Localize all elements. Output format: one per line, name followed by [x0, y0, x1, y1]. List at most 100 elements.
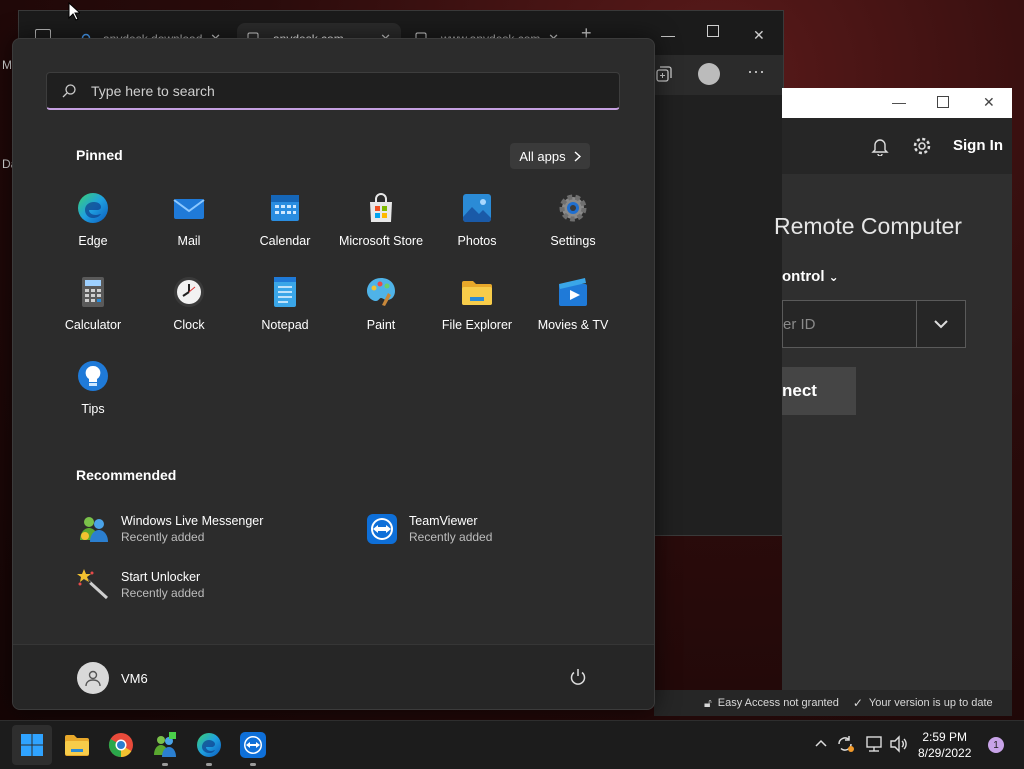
- pinned-app-photos[interactable]: Photos: [429, 191, 525, 248]
- anydesk-title: Remote Computer: [774, 213, 962, 239]
- pinned-app-mail[interactable]: Mail: [141, 191, 237, 248]
- avatar: [77, 662, 109, 694]
- anydesk-header: Sign In: [782, 118, 1012, 174]
- recommended-item-title: Windows Live Messenger: [121, 514, 264, 528]
- pinned-app-calendar[interactable]: Calendar: [237, 191, 333, 248]
- sync-icon[interactable]: [836, 735, 856, 753]
- app-label: Tips: [81, 402, 105, 416]
- chevron-down-icon: [934, 319, 948, 328]
- messenger-icon[interactable]: [151, 731, 179, 759]
- start-search-box[interactable]: [46, 72, 620, 110]
- mouse-cursor-icon: [68, 2, 80, 21]
- running-indicator: [206, 763, 212, 766]
- pinned-app-notepad[interactable]: Notepad: [237, 275, 333, 332]
- running-indicator: [250, 763, 256, 766]
- pinned-app-settings[interactable]: Settings: [525, 191, 621, 248]
- edge-icon[interactable]: [195, 731, 223, 759]
- network-icon[interactable]: [864, 735, 884, 753]
- anydesk-statusbar: 🔓︎ Easy Access not granted ✓ Your versio…: [654, 690, 1012, 716]
- clock-date: 8/29/2022: [918, 746, 972, 760]
- easy-access-status[interactable]: Easy Access not granted: [718, 697, 839, 709]
- recommended-item-title: TeamViewer: [409, 514, 478, 528]
- clock-time: 2:59 PM: [922, 730, 968, 744]
- chevron-up-icon[interactable]: [815, 739, 827, 747]
- remote-id-input[interactable]: er ID: [782, 300, 916, 348]
- app-label: Microsoft Store: [338, 234, 424, 248]
- pinned-app-edge[interactable]: Edge: [45, 191, 141, 248]
- bell-icon[interactable]: [871, 136, 889, 156]
- running-indicator: [162, 763, 168, 766]
- remote-id-history-button[interactable]: [916, 300, 966, 348]
- close-icon[interactable]: ✕: [983, 94, 995, 111]
- collections-icon[interactable]: [655, 65, 673, 83]
- taskbar: 2:59 PM 8/29/2022 1: [0, 720, 1024, 769]
- magic-wand-icon: [77, 569, 109, 600]
- app-label: Calendar: [259, 234, 311, 248]
- pinned-app-tips[interactable]: Tips: [45, 359, 141, 416]
- recommended-item-start-unlocker[interactable]: Start Unlocker Recently added: [77, 568, 204, 602]
- app-label: Edge: [78, 234, 108, 248]
- app-label: Mail: [177, 234, 201, 248]
- app-label: Movies & TV: [537, 318, 609, 332]
- maximize-icon[interactable]: [707, 25, 719, 37]
- pinned-app-paint[interactable]: Paint: [333, 275, 429, 332]
- app-label: File Explorer: [441, 318, 513, 332]
- profile-icon[interactable]: [698, 63, 720, 85]
- remote-control-dropdown[interactable]: ontrol ⌄: [782, 268, 839, 285]
- clock-icon: [174, 277, 204, 307]
- recommended-item-windows-live-messenger[interactable]: Windows Live Messenger Recently added: [77, 512, 263, 546]
- anydesk-window[interactable]: — ✕ Sign In Remote Computer ontrol ⌄ er …: [774, 88, 1012, 708]
- windows-logo-icon: [21, 734, 43, 756]
- person-icon: [85, 670, 101, 687]
- chevron-right-icon: [574, 150, 581, 162]
- recommended-item-subtitle: Recently added: [409, 530, 493, 544]
- pinned-app-file-explorer[interactable]: File Explorer: [429, 275, 525, 332]
- maximize-icon[interactable]: [937, 96, 949, 108]
- power-icon[interactable]: [569, 668, 587, 686]
- calculator-icon: [82, 277, 104, 307]
- recommended-item-subtitle: Recently added: [121, 586, 205, 600]
- desktop-text-sliver: M: [2, 58, 12, 72]
- lock-icon: 🔓︎: [704, 695, 712, 710]
- gear-icon[interactable]: [912, 136, 932, 156]
- all-apps-button[interactable]: All apps: [510, 143, 590, 169]
- recommended-item-teamviewer[interactable]: TeamViewer Recently added: [365, 512, 492, 546]
- paint-icon: [367, 278, 395, 306]
- recommended-item-subtitle: Recently added: [121, 530, 205, 544]
- tips-icon: [78, 361, 108, 391]
- minimize-icon[interactable]: —: [661, 27, 675, 43]
- chrome-icon[interactable]: [107, 731, 135, 759]
- pinned-app-microsoft-store[interactable]: Microsoft Store: [333, 191, 429, 248]
- search-input[interactable]: [89, 81, 619, 100]
- check-circle-icon: ✓: [852, 696, 863, 710]
- edge-icon: [78, 193, 108, 223]
- close-icon[interactable]: ✕: [753, 27, 765, 44]
- app-label: Clock: [173, 318, 205, 332]
- photos-icon: [463, 194, 491, 222]
- connect-button[interactable]: nect: [782, 367, 856, 415]
- notification-badge[interactable]: 1: [988, 737, 1004, 753]
- folder-icon: [462, 281, 492, 305]
- more-options-icon[interactable]: ···: [747, 61, 765, 82]
- volume-icon[interactable]: [889, 735, 909, 753]
- minimize-icon[interactable]: —: [892, 94, 906, 110]
- pinned-title: Pinned: [76, 147, 123, 163]
- all-apps-label: All apps: [519, 148, 566, 164]
- app-label: Notepad: [261, 318, 309, 332]
- sign-in-button[interactable]: Sign In: [953, 137, 1003, 154]
- user-account-button[interactable]: VM6: [77, 662, 148, 694]
- taskbar-clock[interactable]: 2:59 PM 8/29/2022: [918, 729, 971, 761]
- pinned-app-movies-tv[interactable]: Movies & TV: [525, 275, 621, 332]
- search-icon: [62, 83, 76, 97]
- recommended-item-title: Start Unlocker: [121, 570, 201, 584]
- pinned-app-clock[interactable]: Clock: [141, 275, 237, 332]
- start-menu: Pinned All apps Edge Mail Calendar Micro…: [12, 38, 655, 710]
- folder-icon[interactable]: [63, 731, 91, 759]
- pinned-app-calculator[interactable]: Calculator: [45, 275, 141, 332]
- teamviewer-icon[interactable]: [239, 731, 267, 759]
- app-label: Settings: [550, 234, 596, 248]
- chevron-down-icon: ⌄: [828, 270, 839, 284]
- movies-icon: [559, 278, 587, 306]
- anydesk-titlebar: — ✕: [782, 88, 1012, 118]
- notepad-icon: [274, 277, 296, 307]
